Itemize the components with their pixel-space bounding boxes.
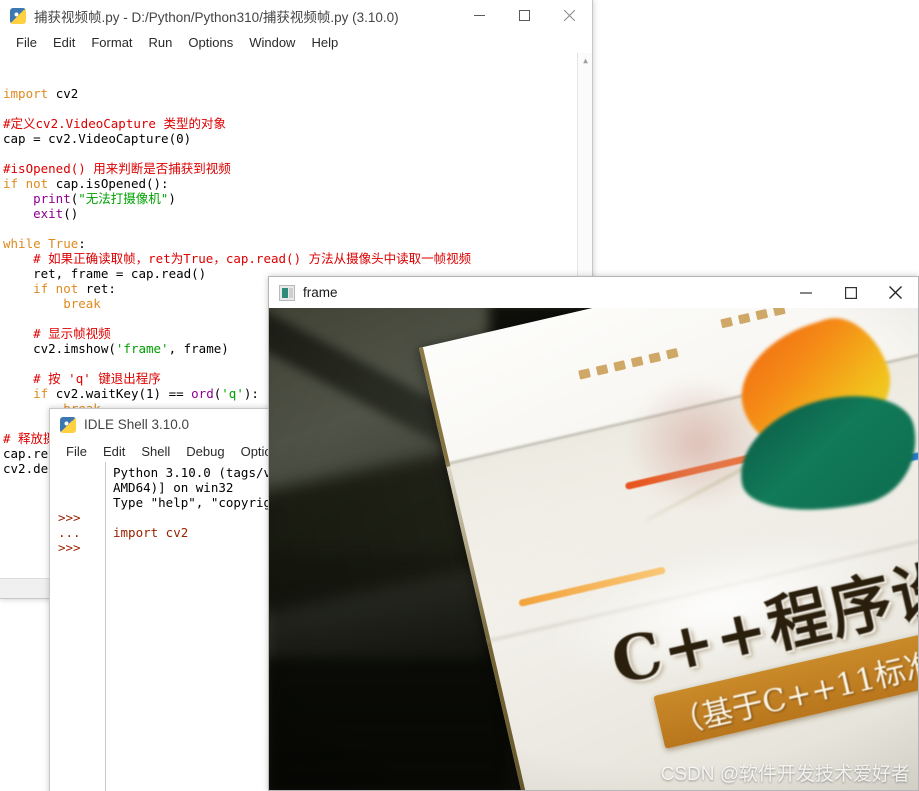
code-line: #定义cv2.VideoCapture 类型的对象 (3, 116, 226, 131)
shell-menu-shell[interactable]: Shell (133, 444, 178, 459)
maximize-button[interactable] (502, 0, 547, 31)
shell-menu-edit[interactable]: Edit (95, 444, 133, 459)
code-line: exit() (3, 206, 79, 221)
frame-title: frame (303, 285, 338, 300)
close-button[interactable] (547, 0, 592, 31)
shell-menu-file[interactable]: File (58, 444, 95, 459)
frame-titlebar[interactable]: frame (269, 277, 918, 308)
code-line: # 如果正确读取帧，ret为True，cap.read() 方法从摄像头中读取一… (3, 251, 472, 266)
close-button[interactable] (873, 277, 918, 308)
code-line: #isOpened() 用来判断是否捕获到视频 (3, 161, 231, 176)
menu-help[interactable]: Help (303, 35, 346, 50)
webcam-image: C++程序设计 （基于C++11标准） (269, 308, 918, 790)
menu-options[interactable]: Options (180, 35, 241, 50)
menu-window[interactable]: Window (241, 35, 303, 50)
shell-prompt: ... (58, 525, 81, 540)
book-top-glyphs-right (720, 308, 786, 329)
code-line: if not cap.isOpened(): (3, 176, 169, 191)
minimize-button[interactable] (457, 0, 502, 31)
watermark: CSDN @软件开发技术爱好者 (660, 764, 910, 785)
menu-format[interactable]: Format (83, 35, 140, 50)
webcam-frame-canvas: C++程序设计 （基于C++11标准） CSDN @软件开发技术爱好者 (269, 308, 918, 790)
image-window-icon (279, 284, 295, 301)
menu-edit[interactable]: Edit (45, 35, 83, 50)
code-line: print("无法打摄像机") (3, 191, 176, 206)
shell-title: IDLE Shell 3.10.0 (84, 417, 190, 432)
screen: 捕获视频帧.py - D:/Python/Python310/捕获视频帧.py … (0, 0, 919, 791)
shell-prompt: >>> (58, 540, 81, 555)
menu-file[interactable]: File (8, 35, 45, 50)
frame-window[interactable]: frame C++程序设计 （基于C++11标准） CSDN @软件开发技术爱好… (268, 276, 919, 791)
python-icon (60, 416, 76, 433)
code-line: cap = cv2.VideoCapture(0) (3, 131, 192, 146)
shell-prompt: >>> (58, 510, 81, 525)
editor-title: 捕获视频帧.py - D:/Python/Python310/捕获视频帧.py … (34, 9, 399, 25)
background-shadow (269, 552, 509, 790)
code-line: while True: (3, 236, 86, 251)
code-line: import cv2 (3, 86, 79, 101)
menu-run[interactable]: Run (141, 35, 181, 50)
python-icon (10, 7, 26, 24)
minimize-button[interactable] (783, 277, 828, 308)
editor-menubar[interactable]: File Edit Format Run Options Window Help (0, 31, 592, 53)
frame-window-controls[interactable] (783, 277, 918, 308)
editor-window-controls[interactable] (457, 0, 592, 31)
book-top-glyphs-left (578, 348, 679, 380)
shell-menu-debug[interactable]: Debug (178, 444, 232, 459)
maximize-button[interactable] (828, 277, 873, 308)
editor-titlebar[interactable]: 捕获视频帧.py - D:/Python/Python310/捕获视频帧.py … (0, 0, 592, 31)
scroll-up-icon[interactable]: ▲ (578, 53, 592, 67)
